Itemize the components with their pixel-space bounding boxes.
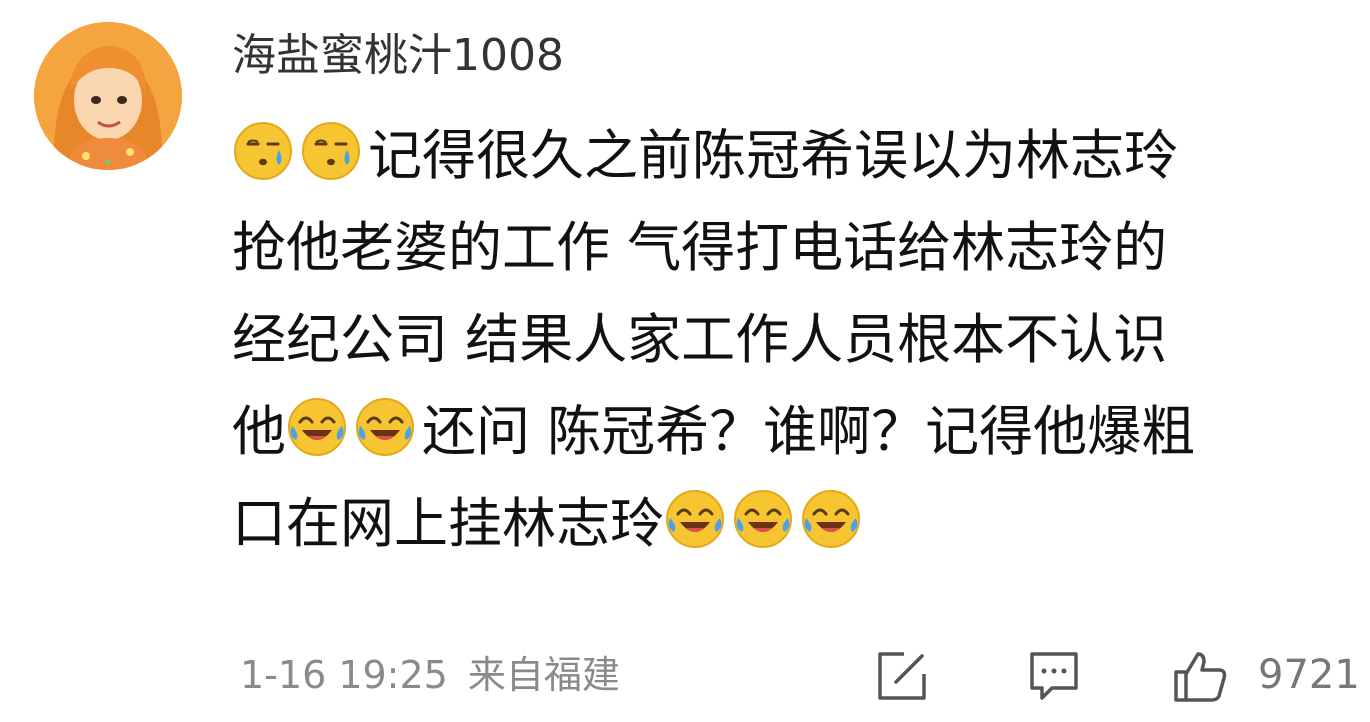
comment-line: 记得很久之前陈冠希误以为林志玲: [232, 110, 1352, 202]
comment-line-text: 还问 陈冠希？谁啊？记得他爆粗: [422, 400, 1196, 463]
comment-line-text: 记得很久之前陈冠希误以为林志玲: [368, 124, 1178, 187]
comment-line-text: 他: [232, 400, 286, 463]
username[interactable]: 海盐蜜桃汁1008: [232, 28, 564, 84]
like-count: 9721: [1258, 652, 1360, 698]
comment-date: 1-16 19:25: [240, 653, 448, 697]
thumbs-up-icon[interactable]: [1172, 648, 1228, 704]
comment-line: 他 还问 陈冠希？谁啊？记得他爆粗: [232, 386, 1352, 478]
comment-line: 口在网上挂林志玲: [232, 478, 1352, 570]
laugh-cry-emoji: [664, 488, 726, 550]
share-icon[interactable]: [874, 648, 930, 704]
laugh-cry-emoji: [354, 396, 416, 458]
comment-line-text: 经纪公司 结果人家工作人员根本不认识: [232, 308, 1168, 371]
laugh-cry-emoji: [732, 488, 794, 550]
avatar-image: [34, 22, 182, 170]
comment-meta: 1-16 19:25 来自福建: [240, 650, 620, 700]
laugh-cry-emoji: [800, 488, 862, 550]
comment-line: 经纪公司 结果人家工作人员根本不认识: [232, 294, 1352, 386]
avatar[interactable]: [34, 22, 182, 170]
sweat-face-emoji: [300, 120, 362, 182]
comment-footer: 1-16 19:25 来自福建 9721: [0, 640, 1370, 710]
reply-icon[interactable]: [1026, 648, 1082, 704]
comment-text: 记得很久之前陈冠希误以为林志玲 抢他老婆的工作 气得打电话给林志玲的 经纪公司 …: [232, 110, 1352, 570]
comment-line-text: 口在网上挂林志玲: [232, 492, 664, 555]
sweat-face-emoji: [232, 120, 294, 182]
comment-line: 抢他老婆的工作 气得打电话给林志玲的: [232, 202, 1352, 294]
laugh-cry-emoji: [286, 396, 348, 458]
comment-location: 来自福建: [467, 653, 620, 697]
comment-line-text: 抢他老婆的工作 气得打电话给林志玲的: [232, 216, 1168, 279]
